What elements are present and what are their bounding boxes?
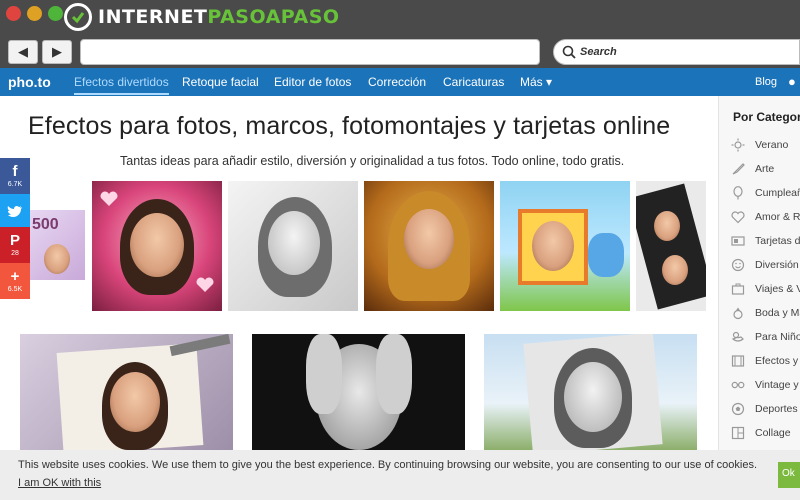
share-count: 6.7K [7,181,23,188]
effect-sketch-landscape-thumb[interactable] [484,334,697,450]
heart-icon [196,277,214,292]
sidebar-item-label: Tarjetas de [755,235,800,247]
sidebar-item-label: Arte [755,163,775,175]
nav-caricaturas[interactable]: Caricaturas [443,75,504,89]
sidebar-item-label: Para Niños [755,331,800,343]
balloon-icon [733,186,743,200]
brand-accent: PASOAPASO [207,6,340,28]
site-logo[interactable]: pho.to [8,74,51,90]
twitter-icon [7,205,23,217]
sidebar-item-arte[interactable]: Arte [731,162,774,176]
sidebar-item-label: Vintage y F [755,379,800,391]
address-bar[interactable] [80,39,540,65]
sidebar-item-deportes[interactable]: Deportes [731,402,798,416]
sidebar-item-boda[interactable]: Boda y Ma [731,306,800,320]
nav-efectos-divertidos[interactable]: Efectos divertidos [74,75,169,95]
sidebar-item-label: Viajes & Va [755,283,800,295]
cookie-banner: This website uses cookies. We use them t… [0,450,800,500]
sidebar-item-diversion[interactable]: Diversión y [731,258,800,272]
brand-prefix: INTERNET [98,6,208,28]
smiley-icon [731,258,745,272]
share-count: 6.5K [7,286,23,293]
effect-cartoon-frame-thumb[interactable] [500,181,630,311]
watermark-logo: INTERNETPASOAPASO [64,2,340,32]
collage-icon [731,426,745,440]
sidebar-item-label: Cumpleaños [755,187,800,199]
brand-name: INTERNETPASOAPASO [98,6,340,28]
sun-icon [731,138,745,152]
sidebar-item-label: Deportes [755,403,798,415]
forward-button[interactable]: ▶ [42,40,72,64]
sidebar-item-label: Boda y Ma [755,307,800,319]
sidebar-item-label: Verano [755,139,789,151]
effect-pencil-sketch-thumb[interactable] [228,181,358,311]
sidebar-title: Por Categoría [733,110,800,124]
category-sidebar: Por Categoría Verano Arte Cumpleaños Amo… [718,96,800,456]
effect-vintage-keys-thumb[interactable] [20,334,233,450]
nav-blog[interactable]: Blog [755,76,777,88]
share-count: 28 [11,250,19,257]
share-more-button[interactable]: + 6.5K [0,263,30,299]
share-pinterest-button[interactable]: P 28 [0,227,30,263]
sidebar-item-verano[interactable]: Verano [731,138,788,152]
back-button[interactable]: ◀ [8,40,38,64]
ring-icon [733,307,743,320]
page-subtitle: Tantas ideas para añadir estilo, diversi… [120,154,625,168]
sidebar-item-cumpleanos[interactable]: Cumpleaños [731,186,800,200]
sidebar-item-tarjetas[interactable]: Tarjetas de [731,234,800,248]
heart-icon [731,211,745,224]
search-icon [562,45,576,59]
sidebar-item-ninos[interactable]: Para Niños [731,330,800,344]
minimize-window-button[interactable] [27,6,42,21]
sidebar-item-label: Collage [755,427,791,439]
effect-film-strip-thumb[interactable] [636,181,706,311]
effect-banknote-thumb[interactable]: 500 [30,210,85,280]
effect-bw-hands-thumb[interactable] [252,334,465,450]
glasses-icon [731,381,745,389]
share-twitter-button[interactable] [0,194,30,230]
sidebar-item-efectos[interactable]: Efectos y F [731,354,800,368]
ball-icon [731,402,745,416]
banknote-value: 500 [32,216,59,233]
heart-icon [100,191,118,206]
page-title: Efectos para fotos, marcos, fotomontajes… [28,112,671,140]
search-placeholder: Search [580,46,617,58]
card-icon [731,236,745,246]
close-window-button[interactable] [6,6,21,21]
facebook-icon: f [12,163,18,180]
cookie-message: This website uses cookies. We use them t… [18,459,758,471]
effect-indian-bride-thumb[interactable] [364,181,494,311]
forward-arrow-icon: ▶ [52,44,62,59]
nav-retoque-facial[interactable]: Retoque facial [182,75,259,89]
share-facebook-button[interactable]: f 6.7K [0,158,30,194]
plus-icon: + [10,268,20,285]
sidebar-item-amor[interactable]: Amor & Ro [731,210,800,224]
search-input[interactable]: Search [553,39,800,65]
apple-icon[interactable]: ● [788,74,796,89]
brush-icon [732,163,745,175]
sidebar-item-vintage[interactable]: Vintage y F [731,378,800,392]
cookie-accept-link[interactable]: I am OK with this [18,477,101,489]
sidebar-item-viajes[interactable]: Viajes & Va [731,282,800,296]
nav-correccion[interactable]: Corrección [368,75,426,89]
duck-icon [731,331,744,342]
sidebar-item-collage[interactable]: Collage [731,426,791,440]
window-controls [6,6,63,21]
browser-chrome: INTERNETPASOAPASO ◀ ▶ Search [0,0,800,68]
film-icon [731,355,745,367]
nav-editor-de-fotos[interactable]: Editor de fotos [274,75,351,89]
brand-icon [64,3,92,31]
sidebar-item-label: Diversión y [755,259,800,271]
site-navigation: pho.to Efectos divertidos Retoque facial… [0,68,800,96]
pinterest-icon: P [9,232,20,249]
cookie-accept-button[interactable]: Ok [778,462,800,488]
nav-mas-dropdown[interactable]: Más ▾ [520,75,552,89]
effect-hearts-thumb[interactable] [92,181,222,311]
sidebar-item-label: Amor & Ro [755,211,800,223]
sidebar-item-label: Efectos y F [755,355,800,367]
maximize-window-button[interactable] [48,6,63,21]
back-arrow-icon: ◀ [18,44,28,59]
suitcase-icon [731,283,745,295]
